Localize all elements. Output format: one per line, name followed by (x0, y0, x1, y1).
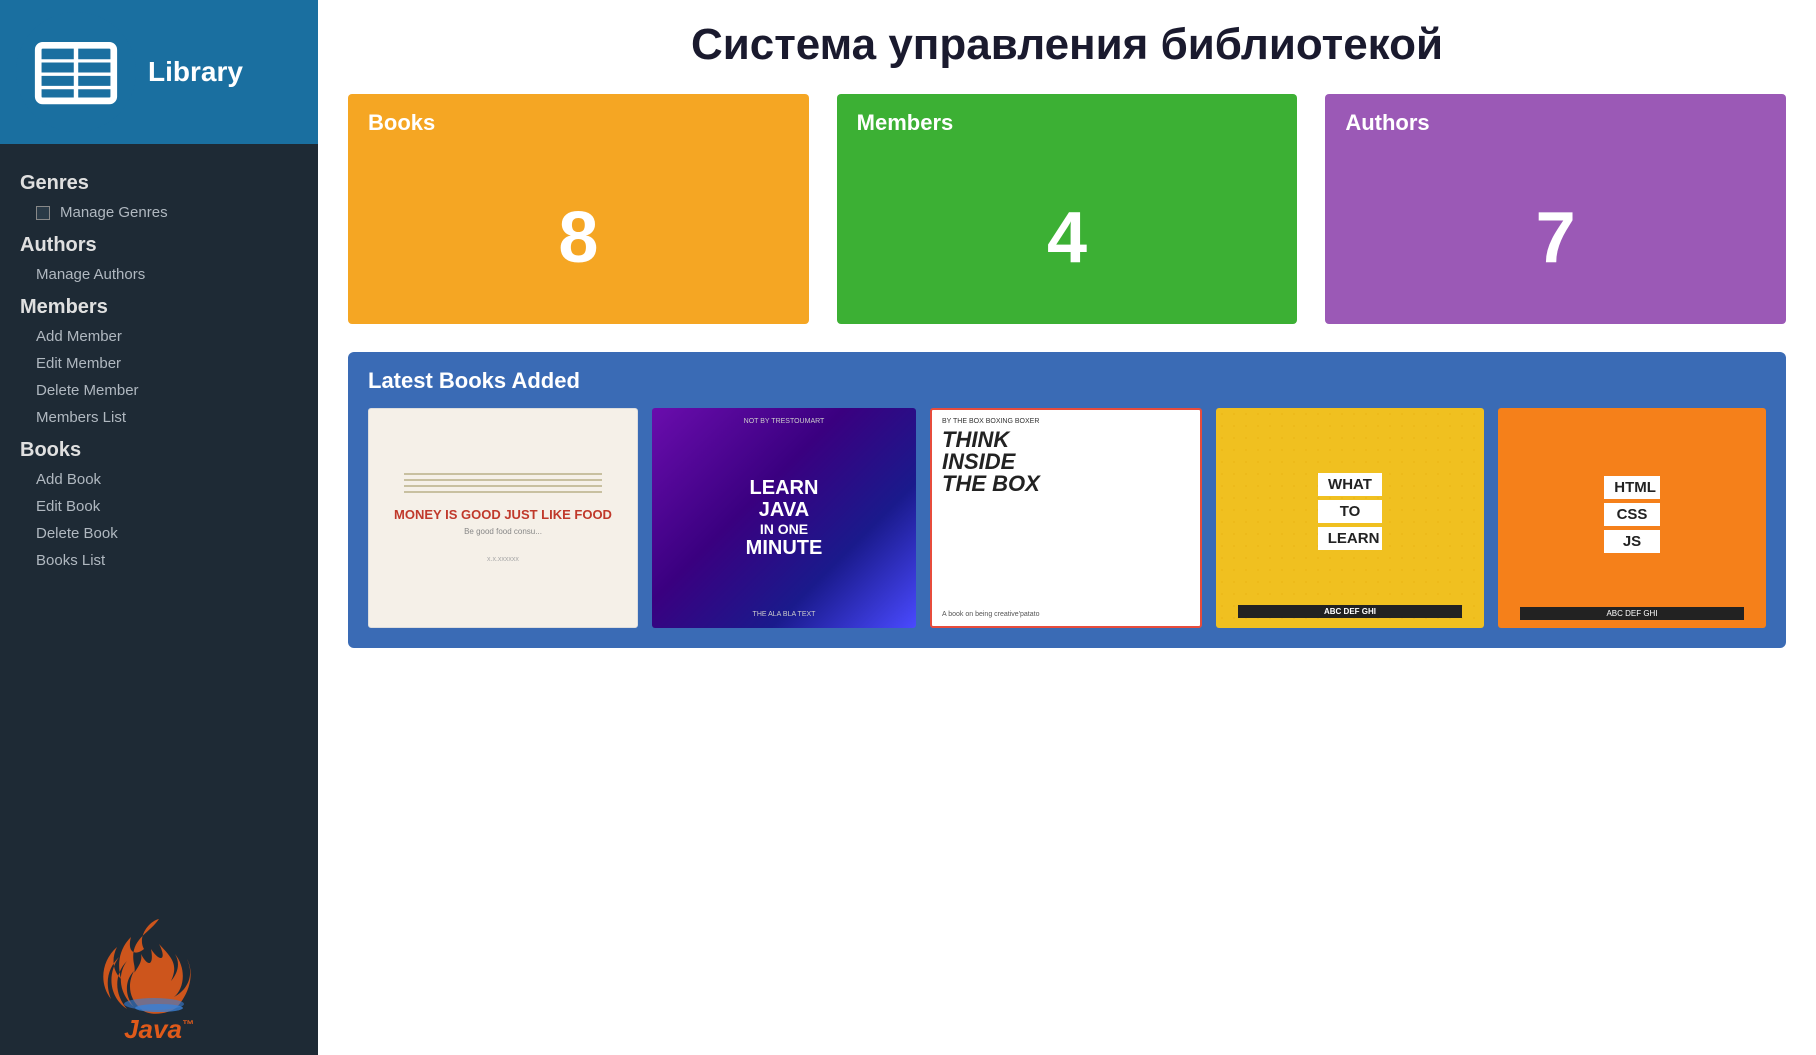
stat-card-books-count: 8 (558, 197, 598, 279)
book-think-subtitle: A book on being creative'patato (942, 603, 1039, 618)
book-html-word3: JS (1604, 530, 1659, 553)
sidebar-item-edit-book[interactable]: Edit Book (0, 493, 318, 520)
stat-card-authors-count: 7 (1536, 197, 1576, 279)
book-html-word1: HTML (1604, 476, 1659, 499)
stat-card-members-header: Members (837, 94, 1298, 152)
book-think-title: THINK INSIDE THE BOX (942, 429, 1040, 495)
book-money-author: x.x.xxxxxx (487, 556, 519, 563)
book-cover-html[interactable]: HTML CSS JS ABC DEF GHI (1498, 408, 1766, 628)
book-what-badge: ABC DEF GHI (1238, 605, 1461, 618)
book-what-word3: LEARN (1318, 527, 1383, 550)
book-line (404, 473, 602, 475)
sidebar-item-add-book[interactable]: Add Book (0, 466, 318, 493)
book-cover-money[interactable]: MONEY IS GOOD JUST LIKE FOOD Be good foo… (368, 408, 638, 628)
book-java-bottom: THE ALA BLA TEXT (753, 611, 816, 618)
book-html-content: HTML CSS JS (1601, 422, 1663, 607)
book-think-byline: BY THE BOX BOXING BOXER (942, 418, 1039, 425)
book-line (404, 485, 602, 487)
sidebar-item-edit-member[interactable]: Edit Member (0, 350, 318, 377)
manage-genres-checkbox[interactable] (36, 206, 50, 220)
book-cover-think[interactable]: BY THE BOX BOXING BOXER THINK INSIDE THE… (930, 408, 1202, 628)
sidebar-item-delete-member[interactable]: Delete Member (0, 377, 318, 404)
book-cover-java[interactable]: NOT BY TRESTOUMART LEARN JAVA IN ONE MIN… (652, 408, 916, 628)
book-what-word1: WHAT (1318, 473, 1383, 496)
stat-card-members-body: 4 (837, 152, 1298, 324)
book-what-word2: TO (1318, 500, 1383, 523)
book-money-subtitle: Be good food consu... (464, 527, 542, 536)
java-label: Java™ (124, 1014, 194, 1045)
book-java-in: IN ONE (746, 521, 823, 537)
stat-card-books-body: 8 (348, 152, 809, 324)
book-java-minute: MINUTE (746, 537, 823, 560)
stat-card-authors-header: Authors (1325, 94, 1786, 152)
book-java-java: JAVA (746, 499, 823, 521)
page-title: Система управления библиотекой (348, 20, 1786, 70)
stat-card-members-count: 4 (1047, 197, 1087, 279)
sidebar: Library Genres Manage Genres Authors Man… (0, 0, 318, 1055)
java-flame-icon (99, 909, 219, 1029)
sidebar-nav: Genres Manage Genres Authors Manage Auth… (0, 144, 318, 909)
book-html-word2: CSS (1604, 503, 1659, 526)
book-java-top: NOT BY TRESTOUMART (744, 418, 825, 425)
book-money-title: MONEY IS GOOD JUST LIKE FOOD (394, 507, 612, 524)
stat-card-authors[interactable]: Authors 7 (1325, 94, 1786, 324)
books-row: MONEY IS GOOD JUST LIKE FOOD Be good foo… (368, 408, 1766, 628)
latest-books-title: Latest Books Added (368, 368, 1766, 394)
book-line (404, 479, 602, 481)
sidebar-item-manage-authors[interactable]: Manage Authors (0, 261, 318, 288)
book-java-learn: LEARN (746, 477, 823, 499)
sidebar-item-add-member[interactable]: Add Member (0, 323, 318, 350)
book-java-main: LEARN JAVA IN ONE MINUTE (746, 477, 823, 560)
java-logo-area: Java™ (0, 909, 318, 1055)
library-icon (16, 12, 136, 132)
stat-card-books[interactable]: Books 8 (348, 94, 809, 324)
book-html-badge: ABC DEF GHI (1520, 607, 1743, 620)
sidebar-section-books[interactable]: Books (0, 431, 318, 466)
latest-books-section: Latest Books Added MONEY IS GOOD JUST LI… (348, 352, 1786, 648)
sidebar-section-members[interactable]: Members (0, 288, 318, 323)
sidebar-item-delete-book[interactable]: Delete Book (0, 520, 318, 547)
sidebar-section-genres[interactable]: Genres (0, 164, 318, 199)
book-cover-what[interactable]: WHAT TO LEARN ABC DEF GHI (1216, 408, 1484, 628)
book-line (404, 491, 602, 493)
main-content: Система управления библиотекой Books 8 M… (318, 0, 1816, 1055)
sidebar-item-manage-genres[interactable]: Manage Genres (0, 199, 318, 226)
sidebar-item-members-list[interactable]: Members List (0, 404, 318, 431)
sidebar-item-books-list[interactable]: Books List (0, 547, 318, 574)
book-what-content: WHAT TO LEARN (1314, 418, 1386, 605)
sidebar-section-authors[interactable]: Authors (0, 226, 318, 261)
stat-card-books-header: Books (348, 94, 809, 152)
sidebar-header: Library (0, 0, 318, 144)
stats-row: Books 8 Members 4 Authors 7 (348, 94, 1786, 324)
page-title-area: Система управления библиотекой (348, 0, 1786, 94)
stat-card-members[interactable]: Members 4 (837, 94, 1298, 324)
sidebar-title: Library (148, 56, 243, 88)
stat-card-authors-body: 7 (1325, 152, 1786, 324)
